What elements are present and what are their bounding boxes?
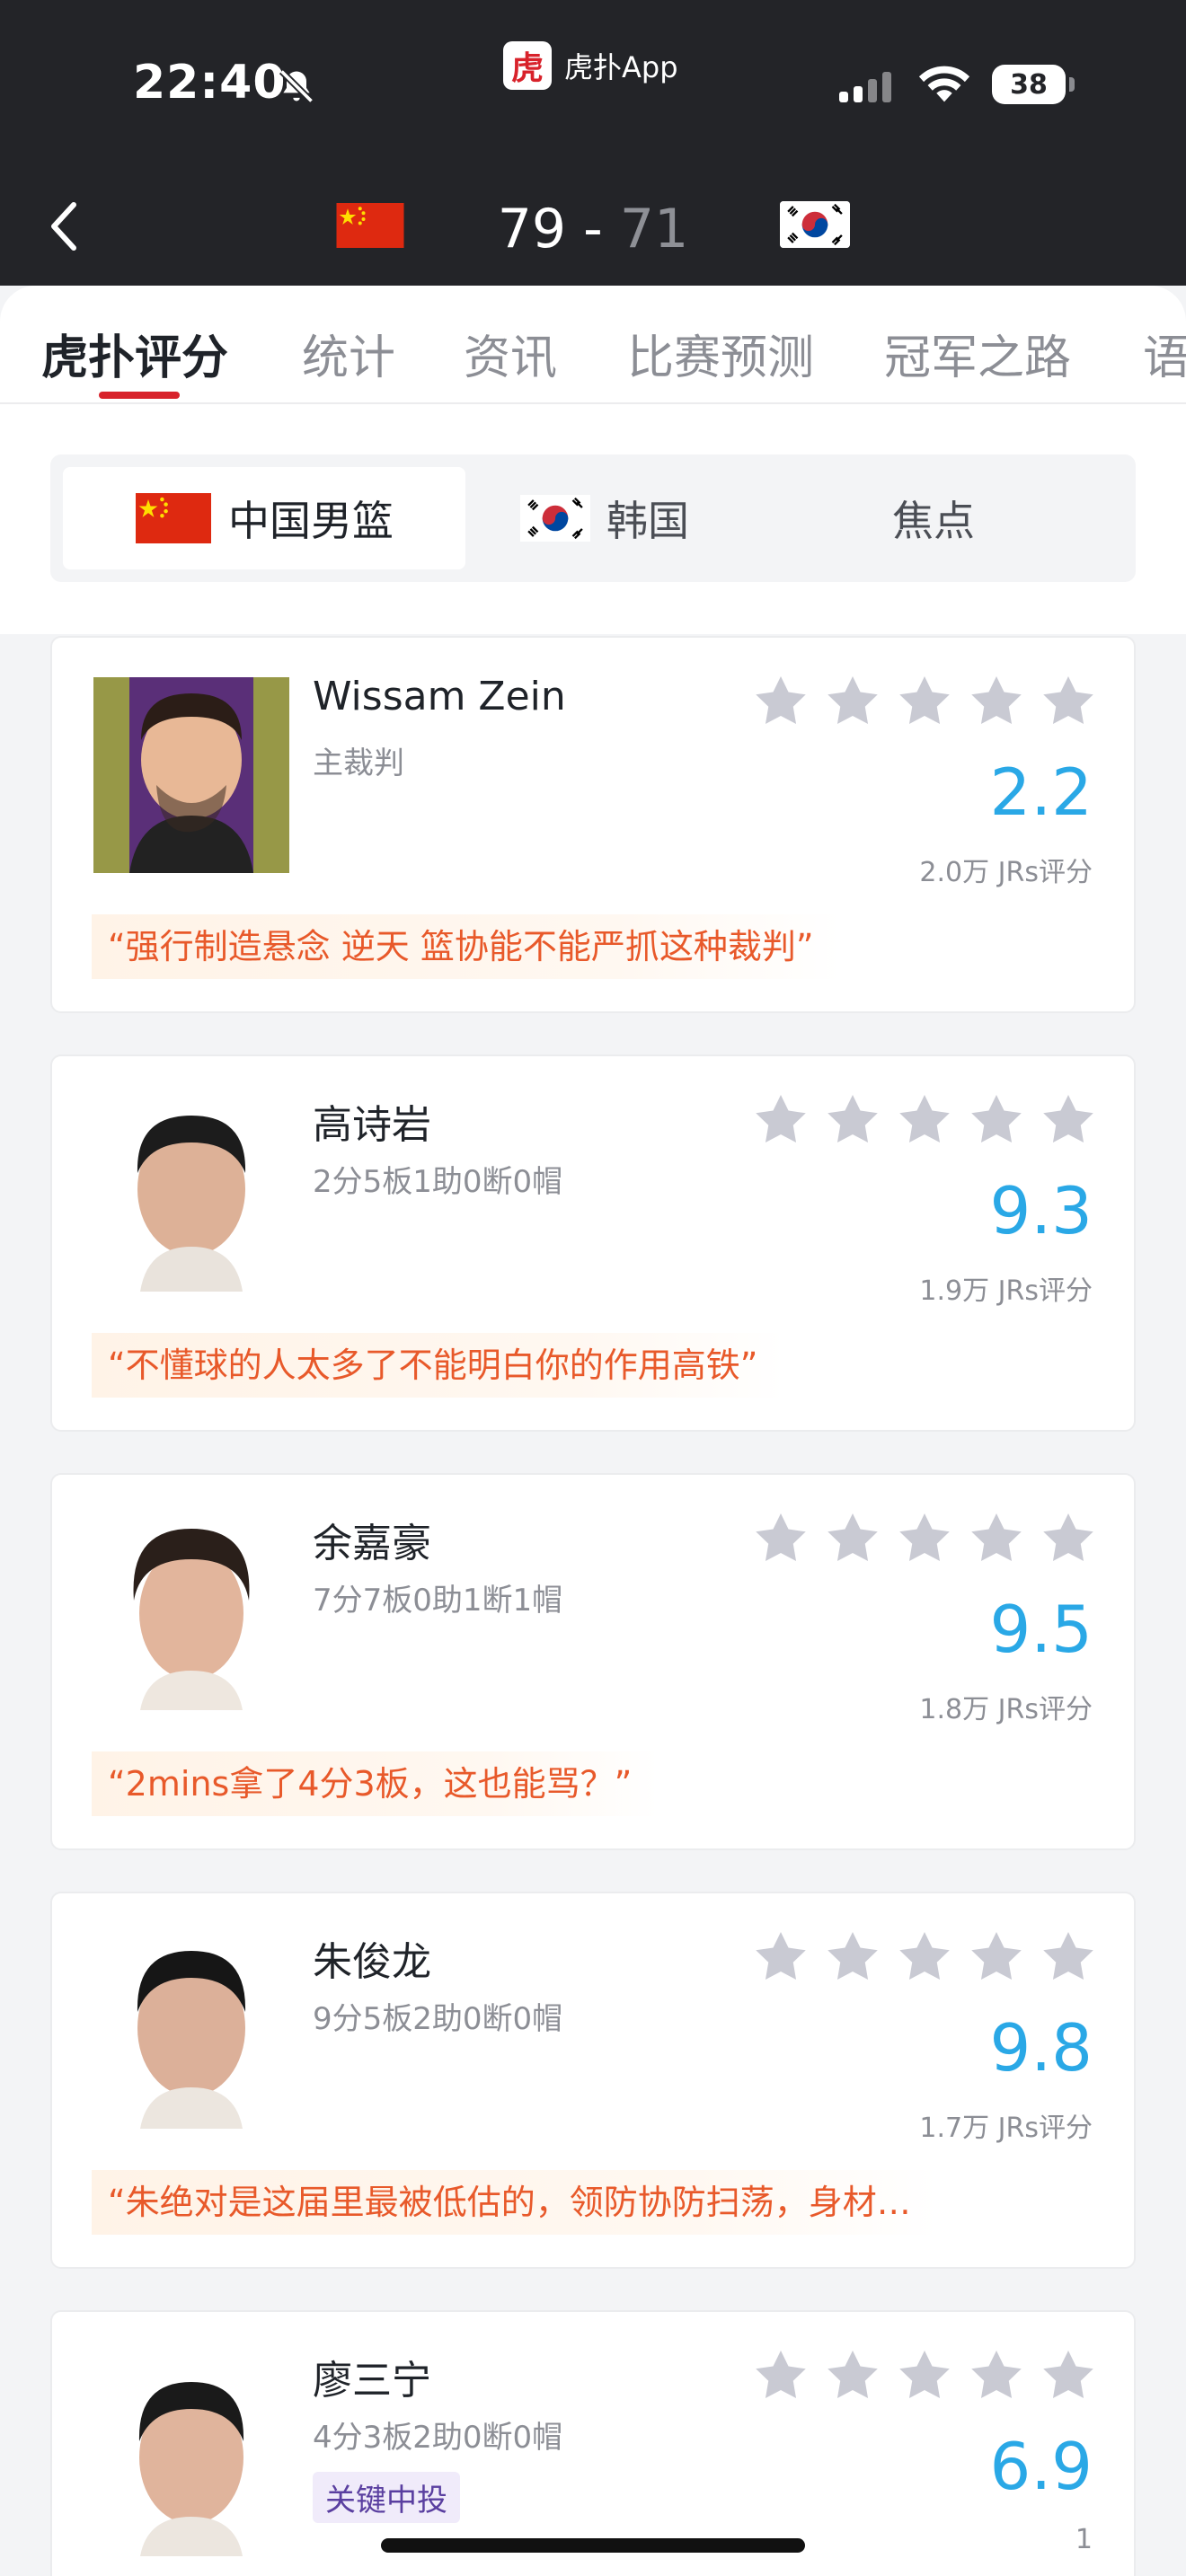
star-icon[interactable]	[895, 672, 954, 731]
status-time: 22:40	[133, 56, 287, 110]
star-rating-input[interactable]	[751, 1090, 1098, 1150]
player-name: 朱俊龙	[313, 1939, 431, 1985]
star-icon[interactable]	[967, 2346, 1026, 2405]
player-photo	[93, 2360, 289, 2556]
rating-count: 1.8万 JRs评分	[919, 1694, 1093, 1725]
rating-card[interactable]: 廖三宁 4分3板2助0断0帽 关键中投 6.9 1	[50, 2310, 1136, 2576]
segment-label: 中国男篮	[228, 497, 394, 545]
star-rating-input[interactable]	[751, 1928, 1098, 1987]
star-rating-input[interactable]	[751, 1509, 1098, 1568]
korea-flag-icon	[520, 495, 590, 542]
team-segmented-control: 中国男篮 韩国 焦点	[50, 454, 1136, 582]
star-icon[interactable]	[895, 2346, 954, 2405]
app-label: 虎扑App	[564, 50, 678, 84]
rating-card[interactable]: 余嘉豪 7分7板0助1断1帽 9.5 1.8万 JRs评分 “2mins拿了4分…	[50, 1473, 1136, 1850]
player-photo	[93, 677, 289, 873]
star-icon[interactable]	[751, 1090, 810, 1150]
app-badge[interactable]: 虎 虎扑App	[503, 41, 678, 90]
star-rating-input[interactable]	[751, 2346, 1098, 2405]
segment-focus[interactable]: 焦点	[744, 467, 1123, 569]
hupu-logo-icon: 虎	[503, 41, 552, 90]
rating-card[interactable]: 朱俊龙 9分5板2助0断0帽 9.8 1.7万 JRs评分 “朱绝对是这届里最被…	[50, 1892, 1136, 2269]
rating-card[interactable]: Wissam Zein 主裁判 2.2 2.0万 JRs评分 “强行制造悬念 逆…	[50, 636, 1136, 1013]
match-header: 22:40 虎 虎扑App 38 79 - 71	[0, 0, 1186, 286]
star-icon[interactable]	[1039, 1509, 1098, 1568]
top-comment[interactable]: “朱绝对是这届里最被低估的，领防协防扫荡，身材…	[92, 2170, 938, 2235]
rating-score: 9.5	[989, 1592, 1093, 1667]
star-icon[interactable]	[967, 1090, 1026, 1150]
star-icon[interactable]	[895, 1509, 954, 1568]
tab-bar: 虎扑评分 统计 资讯 比赛预测 冠军之路 语	[0, 286, 1186, 404]
tab-prediction[interactable]: 比赛预测	[627, 320, 814, 387]
battery-icon: 38	[992, 65, 1075, 104]
rating-score: 6.9	[989, 2429, 1093, 2504]
rating-count: 1.9万 JRs评分	[919, 1275, 1093, 1307]
segment-label: 韩国	[606, 497, 689, 545]
star-icon[interactable]	[823, 1928, 882, 1987]
score-separator: -	[566, 198, 620, 260]
wifi-icon	[918, 66, 970, 102]
segment-korea[interactable]: 韩国	[465, 467, 744, 569]
star-icon[interactable]	[823, 1509, 882, 1568]
tab-news[interactable]: 资讯	[464, 320, 557, 387]
player-tag: 关键中投	[313, 2472, 460, 2523]
cellular-signal-icon	[839, 70, 891, 102]
rating-card[interactable]: 高诗岩 2分5板1助0断0帽 9.3 1.9万 JRs评分 “不懂球的人太多了不…	[50, 1054, 1136, 1432]
active-tab-indicator	[99, 392, 180, 399]
rating-score: 9.8	[989, 2010, 1093, 2086]
rating-score: 9.3	[989, 1173, 1093, 1248]
match-score: 79 - 71	[0, 198, 1186, 260]
player-name: 高诗岩	[313, 1102, 431, 1148]
player-photo	[93, 1514, 289, 1710]
star-icon[interactable]	[1039, 672, 1098, 731]
korea-flag-icon	[780, 201, 850, 248]
star-icon[interactable]	[823, 2346, 882, 2405]
tab-more[interactable]: 语	[1143, 320, 1186, 387]
star-icon[interactable]	[751, 672, 810, 731]
tab-hupu-rating[interactable]: 虎扑评分	[41, 320, 228, 387]
segment-label: 焦点	[892, 497, 975, 545]
player-stats: 2分5板1助0断0帽	[313, 1164, 563, 1200]
top-comment[interactable]: “强行制造悬念 逆天 篮协能不能严抓这种裁判”	[92, 914, 841, 979]
china-flag-icon	[135, 493, 212, 543]
star-icon[interactable]	[1039, 1090, 1098, 1150]
bell-muted-icon	[279, 68, 314, 104]
top-comment[interactable]: “2mins拿了4分3板，这也能骂？”	[92, 1751, 659, 1816]
player-role: 主裁判	[313, 745, 404, 781]
star-icon[interactable]	[967, 1928, 1026, 1987]
player-name: 余嘉豪	[313, 1521, 431, 1566]
star-icon[interactable]	[895, 1090, 954, 1150]
top-comment[interactable]: “不懂球的人太多了不能明白你的作用高铁”	[92, 1333, 785, 1398]
player-name: 廖三宁	[313, 2358, 431, 2404]
away-score: 71	[619, 198, 689, 260]
star-icon[interactable]	[751, 1928, 810, 1987]
player-name: Wissam Zein	[313, 674, 566, 719]
star-icon[interactable]	[967, 1509, 1026, 1568]
star-icon[interactable]	[751, 2346, 810, 2405]
player-stats: 7分7板0助1断1帽	[313, 1583, 563, 1619]
tab-champion-road[interactable]: 冠军之路	[884, 320, 1071, 387]
star-icon[interactable]	[751, 1509, 810, 1568]
star-icon[interactable]	[1039, 2346, 1098, 2405]
home-indicator[interactable]	[381, 2538, 805, 2553]
star-icon[interactable]	[895, 1928, 954, 1987]
rating-count: 1.7万 JRs评分	[919, 2113, 1093, 2144]
rating-count: 1	[1075, 2524, 1093, 2555]
star-rating-input[interactable]	[751, 672, 1098, 731]
star-icon[interactable]	[967, 672, 1026, 731]
star-icon[interactable]	[823, 672, 882, 731]
player-stats: 9分5板2助0断0帽	[313, 2001, 563, 2037]
star-icon[interactable]	[1039, 1928, 1098, 1987]
star-icon[interactable]	[823, 1090, 882, 1150]
rating-score: 2.2	[989, 754, 1093, 830]
home-score: 79	[497, 198, 567, 260]
player-photo	[93, 1096, 289, 1292]
player-stats: 4分3板2助0断0帽	[313, 2420, 563, 2456]
rating-count: 2.0万 JRs评分	[919, 857, 1093, 888]
tab-stats[interactable]: 统计	[302, 320, 395, 387]
player-photo	[93, 1933, 289, 2129]
tab-sheet: 虎扑评分 统计 资讯 比赛预测 冠军之路 语 中国男篮 韩国 焦点	[0, 286, 1186, 634]
segment-china[interactable]: 中国男篮	[63, 467, 465, 569]
